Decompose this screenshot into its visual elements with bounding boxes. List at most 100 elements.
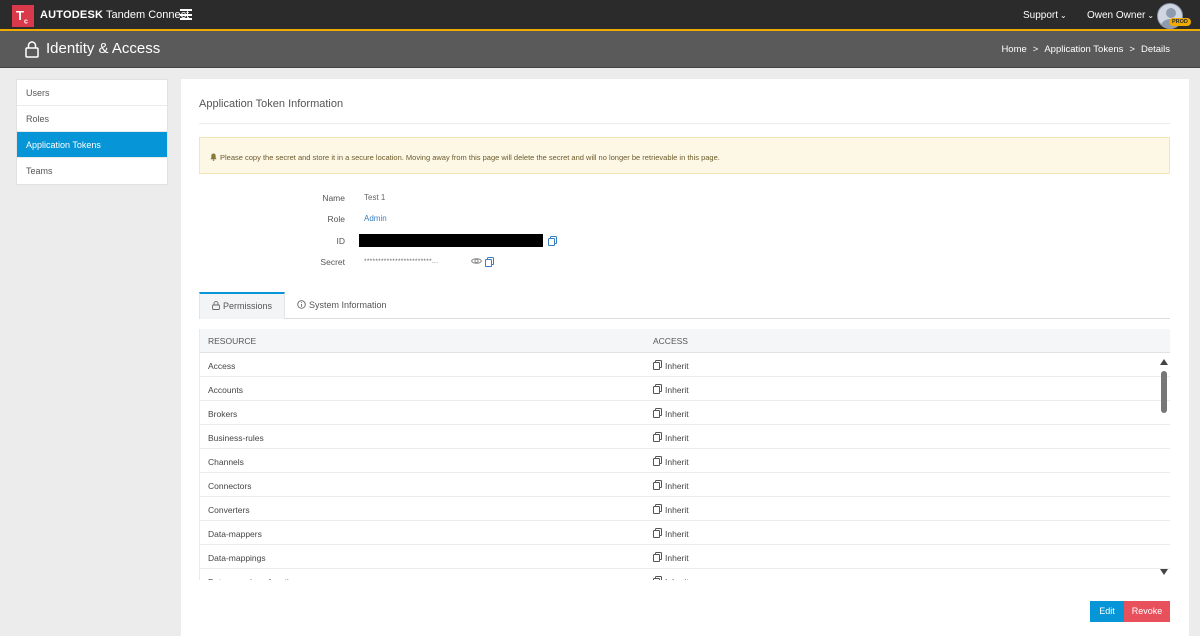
info-icon — [297, 300, 306, 309]
access-cell[interactable]: Inherit — [653, 576, 689, 580]
access-cell[interactable]: Inherit — [653, 384, 689, 395]
scrollbar-thumb[interactable] — [1161, 371, 1167, 413]
resource-cell: Data-mappers — [208, 529, 262, 539]
column-header-access: ACCESS — [653, 336, 688, 346]
table-row: Connectors Inherit — [200, 473, 1170, 497]
copy-id-icon[interactable] — [548, 236, 557, 246]
access-value: Inherit — [665, 505, 689, 515]
resource-cell: Channels — [208, 457, 244, 467]
sidebar: Users Roles Application Tokens Teams — [16, 79, 168, 185]
access-value: Inherit — [665, 385, 689, 395]
breadcrumb-application-tokens[interactable]: Application Tokens — [1044, 44, 1123, 55]
access-value: Inherit — [665, 481, 689, 491]
panel-title: Application Token Information — [199, 98, 344, 110]
access-value: Inherit — [665, 553, 689, 563]
sidebar-item-teams[interactable]: Teams — [17, 158, 167, 184]
tab-system-information[interactable]: System Information — [285, 292, 399, 319]
table-body: Access Inherit Accounts Inherit Brokers Inher… — [200, 353, 1170, 580]
column-header-resource: RESOURCE — [208, 336, 257, 346]
copy-icon — [653, 456, 662, 466]
access-cell[interactable]: Inherit — [653, 408, 689, 419]
copy-icon — [653, 576, 662, 580]
sidebar-item-roles[interactable]: Roles — [17, 106, 167, 132]
access-value: Inherit — [665, 433, 689, 443]
resource-cell: Accounts — [208, 385, 243, 395]
access-cell[interactable]: Inherit — [653, 480, 689, 491]
access-value: Inherit — [665, 457, 689, 467]
scroll-up-arrow-icon[interactable] — [1160, 359, 1168, 365]
table-row: Access Inherit — [200, 353, 1170, 377]
access-cell[interactable]: Inherit — [653, 528, 689, 539]
breadcrumb: Home > Application Tokens > Details — [1001, 44, 1170, 55]
breadcrumb-home[interactable]: Home — [1001, 44, 1026, 55]
brand-autodesk: AUTODESK — [40, 9, 104, 21]
role-link[interactable]: Admin — [364, 214, 387, 223]
brand-name: AUTODESK Tandem Connect — [40, 9, 189, 21]
resource-cell: Converters — [208, 505, 250, 515]
access-cell[interactable]: Inherit — [653, 456, 689, 467]
resource-cell: Access — [208, 361, 236, 371]
revoke-button[interactable]: Revoke — [1124, 601, 1170, 622]
edit-button[interactable]: Edit — [1090, 601, 1124, 622]
lock-icon — [25, 41, 39, 58]
warning-alert: Please copy the secret and store it in a… — [199, 137, 1170, 174]
copy-icon — [653, 480, 662, 490]
brand-product: Tandem Connect — [106, 9, 190, 21]
access-cell[interactable]: Inherit — [653, 432, 689, 443]
resource-cell: Brokers — [208, 409, 238, 419]
environment-badge: PROD — [1169, 18, 1191, 26]
logo-sub-letter: c — [23, 18, 28, 26]
tab-permissions-label: Permissions — [223, 301, 273, 311]
access-cell[interactable]: Inherit — [653, 504, 689, 515]
sidebar-item-application-tokens[interactable]: Application Tokens — [17, 132, 167, 158]
tab-bar: Permissions System Information — [199, 292, 1170, 319]
access-cell[interactable]: Inherit — [653, 552, 689, 563]
user-menu[interactable]: Owen Owner ⌄ — [1087, 10, 1154, 21]
redacted-id-value — [359, 234, 543, 247]
table-row: Business-rules Inherit — [200, 425, 1170, 449]
table-header: RESOURCE ACCESS — [200, 329, 1170, 353]
secret-label: Secret — [320, 257, 345, 267]
name-value: Test 1 — [364, 193, 386, 202]
hamburger-menu-icon[interactable] — [180, 9, 192, 20]
copy-icon — [653, 360, 662, 370]
support-label: Support — [1023, 10, 1059, 21]
id-label: ID — [336, 236, 346, 246]
copy-icon — [653, 432, 662, 442]
access-value: Inherit — [665, 409, 689, 419]
table-row: Data-mappers Inherit — [200, 521, 1170, 545]
chevron-down-icon: ⌄ — [1147, 11, 1155, 20]
copy-icon — [653, 384, 662, 394]
eye-icon[interactable] — [471, 257, 482, 265]
copy-icon — [653, 408, 662, 418]
resource-cell: Connectors — [208, 481, 252, 491]
copy-icon — [653, 504, 662, 514]
divider — [199, 123, 1170, 124]
resource-cell: Data-mappings-functions — [208, 577, 303, 580]
copy-icon — [653, 552, 662, 562]
tandem-connect-logo[interactable]: Tc — [12, 5, 34, 27]
top-navbar: Tc AUTODESK Tandem Connect Support ⌄ Owen… — [0, 0, 1200, 31]
copy-secret-icon[interactable] — [485, 257, 494, 267]
breadcrumb-details: Details — [1140, 44, 1170, 55]
table-scrollbar[interactable] — [1158, 355, 1170, 579]
access-value: Inherit — [665, 577, 689, 580]
main-panel: Application Token Information Please cop… — [181, 79, 1189, 636]
tab-permissions[interactable]: Permissions — [199, 292, 286, 319]
scroll-down-arrow-icon[interactable] — [1160, 569, 1168, 575]
alert-message: Please copy the secret and store it in a… — [220, 153, 720, 162]
page-header: Identity & Access Home > Application Token… — [0, 31, 1200, 68]
name-label: Name — [322, 193, 345, 203]
bell-icon — [210, 153, 217, 161]
table-row: Data-mappings-functions Inherit — [200, 569, 1170, 580]
resource-cell: Data-mappings — [208, 553, 266, 563]
access-cell[interactable]: Inherit — [653, 360, 689, 371]
sidebar-item-users[interactable]: Users — [17, 80, 167, 106]
support-menu[interactable]: Support ⌄ — [1023, 10, 1067, 21]
page-title: Identity & Access — [46, 40, 161, 57]
lock-icon — [212, 301, 220, 310]
tab-system-information-label: System Information — [309, 300, 387, 310]
table-row: Data-mappings Inherit — [200, 545, 1170, 569]
table-row: Channels Inherit — [200, 449, 1170, 473]
access-value: Inherit — [665, 361, 689, 371]
